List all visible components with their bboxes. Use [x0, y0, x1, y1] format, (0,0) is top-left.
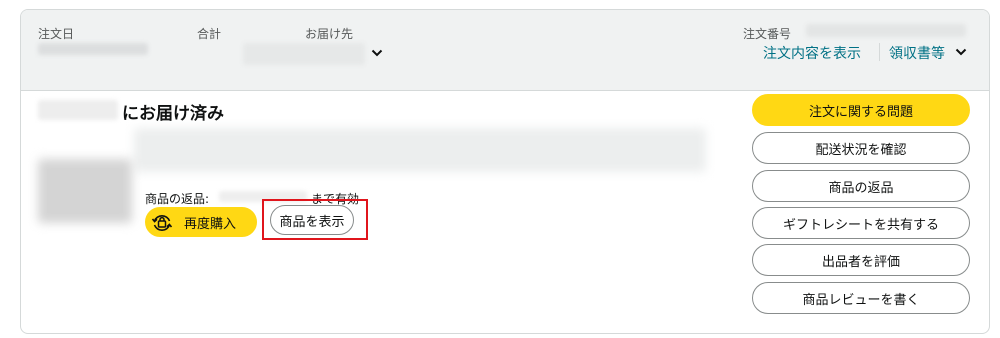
share-gift-receipt-button[interactable]: ギフトレシートを共有する: [752, 207, 970, 239]
ship-to-label: お届け先: [305, 27, 354, 41]
order-header: 注文日 合計 お届け先 注文番号 注文内容を表示 領収書等: [21, 10, 989, 91]
order-problem-button[interactable]: 注文に関する問題: [752, 94, 970, 126]
track-package-button[interactable]: 配送状況を確認: [752, 132, 970, 164]
chevron-down-icon[interactable]: [955, 47, 967, 57]
track-package-label: 配送状況を確認: [815, 142, 907, 158]
highlight-box: [262, 199, 368, 240]
share-gift-receipt-label: ギフトレシートを共有する: [782, 217, 939, 233]
link-divider: [879, 43, 880, 61]
buy-again-label: 再度購入: [184, 216, 237, 232]
write-review-button[interactable]: 商品レビューを書く: [752, 282, 970, 314]
receipt-link[interactable]: 領収書等: [889, 43, 945, 63]
buy-again-icon: [151, 215, 173, 231]
order-number-value: [806, 24, 966, 37]
return-items-label: 商品の返品: [828, 180, 894, 196]
write-review-label: 商品レビューを書く: [802, 292, 920, 308]
rate-seller-label: 出品者を評価: [821, 254, 900, 270]
ship-to-value[interactable]: [243, 43, 365, 65]
chevron-down-icon[interactable]: [371, 48, 383, 58]
return-items-button[interactable]: 商品の返品: [752, 170, 970, 202]
order-date-value: [38, 43, 148, 55]
return-window-label: 商品の返品:: [145, 192, 210, 206]
delivery-date: [38, 100, 118, 120]
order-card: 注文日 合計 お届け先 注文番号 注文内容を表示 領収書等 にお届け済み 商品の…: [20, 9, 990, 334]
rate-seller-button[interactable]: 出品者を評価: [752, 244, 970, 276]
view-order-details-link[interactable]: 注文内容を表示: [763, 43, 861, 63]
delivery-status: にお届け済み: [122, 104, 224, 124]
buy-again-button[interactable]: 再度購入: [145, 207, 257, 237]
order-date-label: 注文日: [38, 27, 75, 41]
product-image[interactable]: [38, 159, 132, 223]
total-label: 合計: [197, 27, 222, 41]
order-problem-label: 注文に関する問題: [808, 104, 913, 120]
order-number-label: 注文番号: [743, 27, 792, 41]
product-title[interactable]: [134, 128, 706, 172]
